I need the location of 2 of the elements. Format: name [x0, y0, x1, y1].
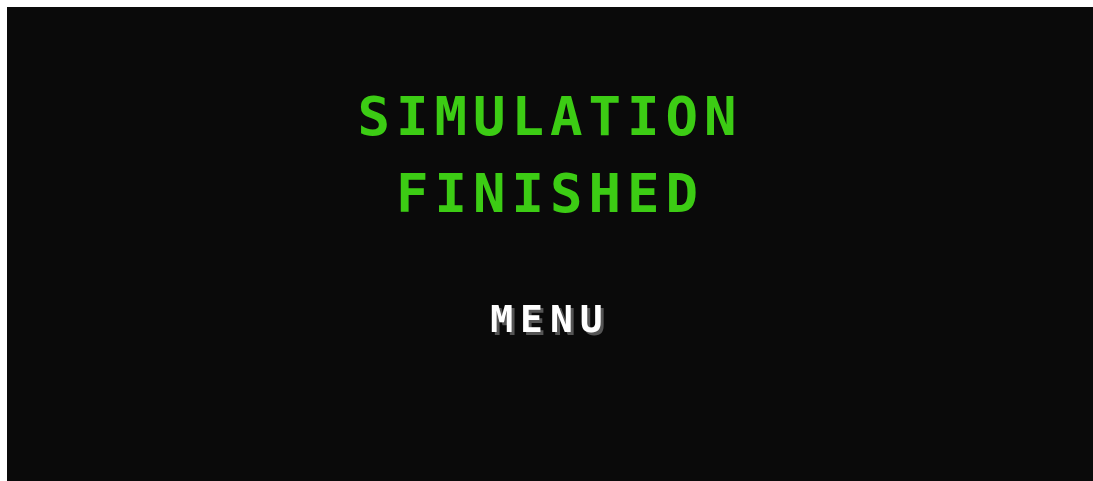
- title-text: SIMULATION FINISHED: [357, 84, 743, 227]
- menu-button[interactable]: MENU: [488, 297, 612, 341]
